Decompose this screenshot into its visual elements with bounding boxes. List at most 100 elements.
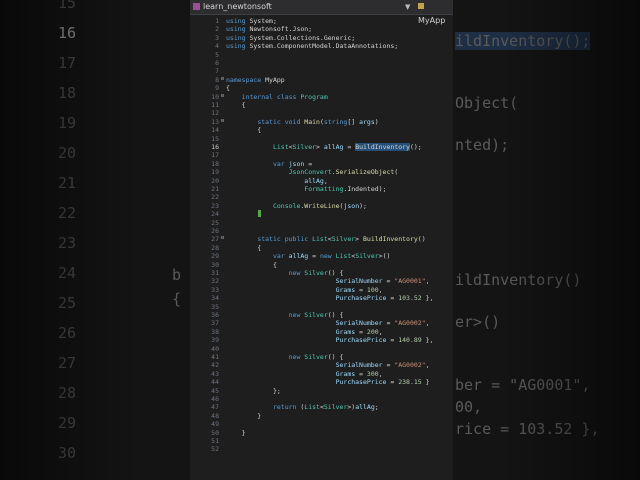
code-token: new bbox=[288, 353, 305, 361]
line-number: 28 bbox=[211, 243, 219, 252]
code-line: PurchasePrice = 238.15 } bbox=[226, 378, 430, 386]
bg-line-number: 27 bbox=[58, 354, 77, 372]
fold-icon-class[interactable]: ⊟ bbox=[221, 93, 224, 99]
line-number: 48 bbox=[211, 411, 219, 420]
code-token: new bbox=[288, 269, 305, 277]
code-token: ( bbox=[394, 168, 399, 177]
code-line: { bbox=[226, 84, 230, 92]
code-token: 238.15 bbox=[398, 378, 422, 387]
bg-code-fragment: { bbox=[172, 290, 182, 308]
code-line: namespace MyApp bbox=[226, 76, 285, 84]
fold-icon-main[interactable]: ⊟ bbox=[221, 118, 224, 124]
code-token: }, bbox=[421, 294, 434, 303]
code-token: () { bbox=[327, 269, 344, 277]
bg-code-fragment: ildInventory() bbox=[455, 271, 582, 289]
code-token: JsonConvert bbox=[288, 168, 332, 177]
code-line: Grams = 300, bbox=[226, 370, 383, 378]
code-line: SerialNumber = "AG0002", bbox=[226, 361, 430, 369]
code-line: JsonConvert.SerializeObject( bbox=[226, 168, 399, 177]
bg-line-number: 29 bbox=[58, 414, 77, 432]
bg-line-number: 28 bbox=[58, 384, 77, 402]
line-number: 52 bbox=[211, 445, 219, 454]
bg-line-number: 26 bbox=[58, 324, 77, 342]
line-number: 20 bbox=[211, 176, 219, 185]
code-token: string bbox=[323, 117, 348, 126]
code-line: var json = bbox=[226, 160, 312, 168]
code-token: = bbox=[382, 361, 395, 370]
code-token: List bbox=[335, 252, 352, 261]
line-number: 13 bbox=[211, 117, 219, 126]
bg-line-number: 16 bbox=[58, 24, 77, 42]
bg-line-number: 25 bbox=[58, 294, 77, 312]
line-number: 4 bbox=[215, 42, 219, 51]
code-token: 103.52 bbox=[398, 294, 422, 303]
code-token: internal class bbox=[241, 92, 301, 101]
code-token: 200 bbox=[366, 327, 379, 336]
bg-line-number: 20 bbox=[58, 144, 77, 162]
line-number: 7 bbox=[215, 67, 219, 76]
code-token: List bbox=[272, 143, 289, 151]
code-token: BuildInventory bbox=[363, 235, 418, 244]
code-token: , bbox=[378, 285, 383, 294]
nav-dropdown[interactable]: MyApp bbox=[418, 0, 453, 25]
code-token: Grams bbox=[335, 285, 356, 294]
bg-code-fragment: ildInventory(); bbox=[455, 32, 591, 50]
line-number: 42 bbox=[211, 361, 219, 370]
code-line: List<Silver> allAg = BuildInventory(); bbox=[226, 143, 422, 151]
code-line: using Newtonsoft.Json; bbox=[226, 25, 312, 33]
code-line: } bbox=[226, 429, 246, 437]
code-token: using bbox=[226, 42, 250, 51]
line-number: 33 bbox=[211, 285, 219, 294]
bg-line-number: 17 bbox=[58, 54, 77, 72]
bg-line-number: 24 bbox=[58, 264, 77, 282]
code-token: allAg bbox=[355, 403, 375, 412]
code-token: , bbox=[323, 176, 328, 185]
code-token: [] bbox=[347, 117, 360, 126]
line-number: 22 bbox=[211, 193, 219, 202]
code-token: System.ComponentModel.DataAnnotations; bbox=[249, 42, 399, 51]
code-line: using System; bbox=[226, 17, 277, 25]
fold-icon-build[interactable]: ⊟ bbox=[221, 235, 224, 241]
line-number: 35 bbox=[211, 302, 219, 311]
code-line: Grams = 100, bbox=[226, 286, 383, 294]
code-token: SerialNumber bbox=[335, 319, 383, 328]
code-token: }; bbox=[226, 386, 281, 395]
code-token: var bbox=[272, 159, 289, 168]
code-token: .Indented); bbox=[343, 185, 387, 193]
code-line: Console.WriteLine(json); bbox=[226, 202, 367, 210]
file-tab[interactable]: learn_newtonsoft ▼ bbox=[190, 0, 413, 14]
code-line: static void Main(string[] args) bbox=[226, 117, 378, 126]
code-token: Formatting bbox=[304, 185, 344, 193]
chevron-down-icon[interactable]: ▼ bbox=[405, 0, 410, 14]
code-token: static public bbox=[257, 235, 313, 244]
code-token: using bbox=[226, 25, 250, 34]
code-token: Silver bbox=[304, 353, 328, 361]
line-number: 41 bbox=[211, 353, 219, 361]
bg-code-fragment: ber = "AG0001", bbox=[455, 376, 591, 394]
bg-line-number: 21 bbox=[58, 174, 77, 192]
change-marker bbox=[258, 210, 261, 218]
code-token: = bbox=[386, 294, 399, 303]
code-line: using System.ComponentModel.DataAnnotati… bbox=[226, 42, 398, 50]
code-line: { bbox=[226, 101, 246, 109]
line-number: 32 bbox=[211, 277, 219, 286]
code-token: Grams bbox=[335, 327, 356, 336]
line-number: 11 bbox=[211, 101, 219, 109]
line-number: 5 bbox=[215, 50, 219, 59]
line-number: 2 bbox=[215, 25, 219, 34]
line-number: 21 bbox=[211, 185, 219, 193]
code-line: static public List<Silver> BuildInventor… bbox=[226, 235, 425, 244]
fold-icon-namespace[interactable]: ⊟ bbox=[221, 76, 224, 82]
code-line: SerialNumber = "AG0001", bbox=[226, 277, 430, 285]
code-token: static void bbox=[257, 117, 305, 126]
code-token: = bbox=[382, 277, 395, 286]
code-token: , bbox=[425, 319, 430, 328]
code-token: PurchasePrice bbox=[335, 336, 387, 345]
line-number: 31 bbox=[211, 269, 219, 277]
